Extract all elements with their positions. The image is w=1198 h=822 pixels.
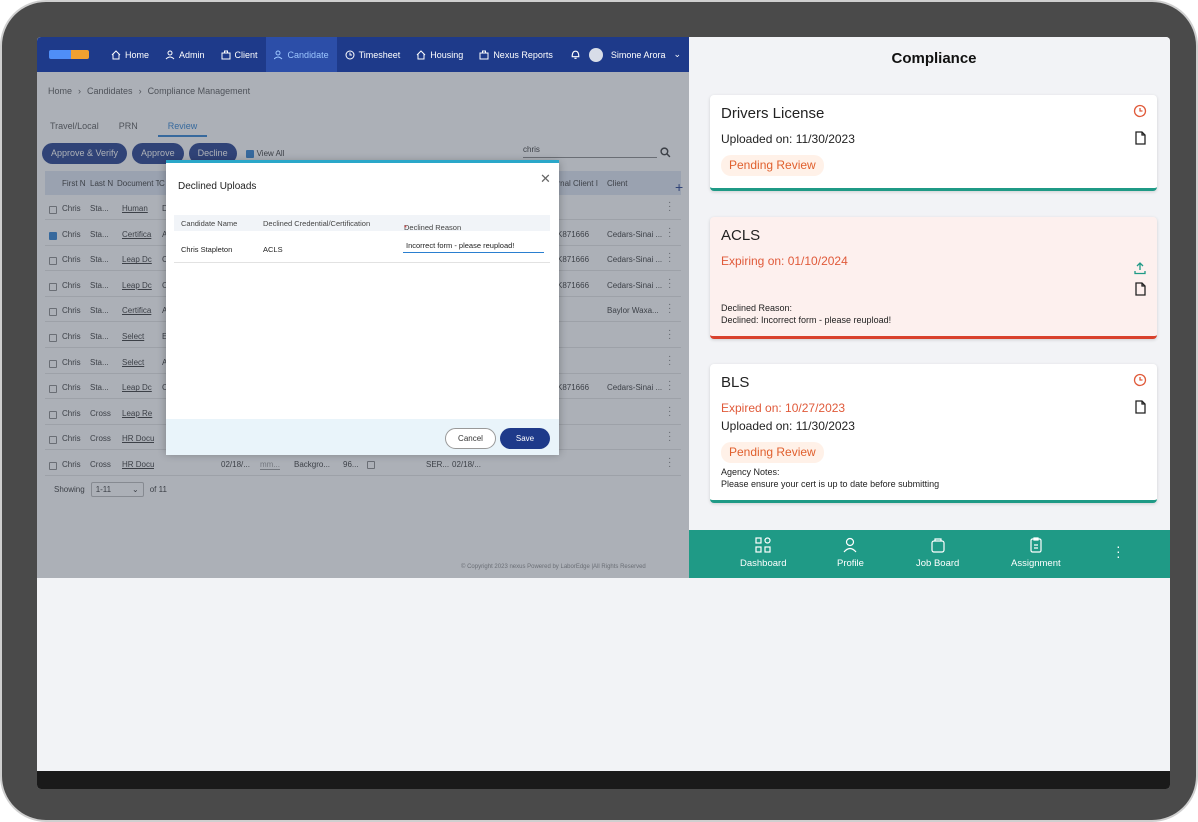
col-declined-reason-label: Declined Reason (404, 223, 462, 232)
agency-notes-text: Please ensure your cert is up to date be… (721, 479, 940, 489)
modal-title: Declined Uploads (178, 181, 257, 192)
briefcase-icon (479, 50, 489, 59)
nav-label: Home (125, 49, 150, 60)
clock-icon (1133, 373, 1147, 387)
screen: Home Admin Client Candidate Timesheet Ho… (37, 37, 1170, 789)
page-title: Compliance (891, 50, 977, 67)
save-button[interactable]: Save (500, 428, 550, 449)
users-icon (273, 50, 282, 59)
mobile-compliance-view: Compliance Drivers License Uploaded on: … (689, 37, 1170, 578)
close-icon[interactable]: ✕ (540, 171, 551, 187)
uploaded-date: Uploaded on: 11/30/2023 (721, 419, 855, 433)
nav-label: Client (234, 49, 258, 60)
briefcase-icon (221, 50, 231, 59)
home-icon (111, 49, 121, 59)
user-icon (165, 50, 175, 59)
top-navigation: Home Admin Client Candidate Timesheet Ho… (37, 37, 689, 72)
nav-user-area: Simone Arora ⌄ (570, 47, 689, 62)
app-logo (49, 50, 89, 59)
nav-label: Housing (430, 49, 464, 60)
nav-admin[interactable]: Admin (157, 37, 213, 72)
status-badge: Pending Review (721, 442, 824, 463)
modal-footer: Cancel Save (166, 419, 559, 455)
card-title: ACLS (721, 227, 761, 244)
agency-notes-label: Agency Notes: (721, 467, 780, 477)
nav-candidate[interactable]: Candidate (265, 37, 337, 72)
empty-area (37, 578, 1170, 771)
expired-date: Expired on: 10/27/2023 (721, 401, 846, 415)
nav-label: Assignment (1011, 558, 1061, 569)
col-candidate-name: Candidate Name (181, 219, 238, 228)
clipboard-icon (1030, 537, 1042, 553)
profile-icon (844, 537, 857, 553)
desktop-app: Home Admin Client Candidate Timesheet Ho… (37, 37, 689, 578)
house-icon (416, 49, 426, 59)
nav-label: Dashboard (740, 558, 787, 569)
avatar[interactable] (588, 47, 603, 62)
document-icon[interactable] (1133, 400, 1147, 414)
more-options-icon[interactable]: · · · (1116, 539, 1121, 563)
declined-reason-label: Declined Reason: (721, 303, 793, 313)
modal-table-row: Chris Stapleton ACLS Incorrect form - pl… (174, 235, 550, 263)
declined-uploads-modal: Declined Uploads ✕ Candidate Name Declin… (166, 160, 559, 455)
nav-label: Job Board (916, 558, 960, 569)
col-declined-credential: Declined Credential/Certification (263, 219, 371, 228)
modal-table-header: Candidate Name Declined Credential/Certi… (174, 215, 550, 232)
bottom-navigation: Dashboard Profile Job Board Assignment ·… (689, 530, 1170, 578)
nav-dashboard[interactable]: Dashboard (740, 536, 786, 569)
document-icon[interactable] (1133, 131, 1147, 145)
declined-reason-text: Declined: Incorrect form - please reuplo… (721, 315, 892, 325)
taskbar (37, 771, 1170, 789)
device-bezel: Home Admin Client Candidate Timesheet Ho… (0, 0, 1198, 822)
document-icon[interactable] (1133, 282, 1147, 296)
nav-client[interactable]: Client (213, 37, 266, 72)
nav-housing[interactable]: Housing (408, 37, 471, 72)
declined-credential: ACLS (263, 245, 283, 254)
status-badge: Pending Review (721, 155, 824, 176)
nav-label: Nexus Reports (493, 49, 553, 60)
dashboard-icon (755, 537, 771, 553)
nav-label: Timesheet (358, 49, 401, 60)
nav-profile[interactable]: Profile (837, 536, 864, 569)
card-title: Drivers License (721, 105, 825, 122)
nav-label: Profile (837, 558, 864, 569)
cancel-button[interactable]: Cancel (445, 428, 496, 449)
declined-reason-input[interactable]: Incorrect form - please reupload! (403, 240, 544, 253)
nav-label: Candidate (287, 49, 329, 60)
candidate-name: Chris Stapleton (181, 245, 233, 254)
nav-assignment[interactable]: Assignment (1011, 536, 1061, 569)
nav-home[interactable]: Home (103, 37, 157, 72)
credential-card-acls[interactable]: ACLS Expiring on: 01/10/2024 Declined Re… (710, 217, 1157, 339)
chevron-down-icon[interactable]: ⌄ (673, 49, 681, 60)
user-name[interactable]: Simone Arora (611, 50, 666, 60)
bell-icon[interactable] (570, 49, 581, 60)
clock-icon (1133, 104, 1147, 118)
card-title: BLS (721, 374, 750, 391)
nav-timesheet[interactable]: Timesheet (337, 37, 409, 72)
nav-label: Admin (179, 49, 205, 60)
expiring-date: Expiring on: 01/10/2024 (721, 254, 848, 268)
required-mark: * (404, 223, 407, 232)
nav-job-board[interactable]: Job Board (916, 536, 959, 569)
credential-card-bls[interactable]: BLS Expired on: 10/27/2023 Uploaded on: … (710, 364, 1157, 503)
clock-icon (345, 50, 355, 59)
job-board-icon (931, 538, 945, 553)
nav-nexus-reports[interactable]: Nexus Reports (471, 37, 561, 72)
uploaded-date: Uploaded on: 11/30/2023 (721, 132, 855, 146)
upload-icon[interactable] (1133, 261, 1147, 275)
credential-card-drivers-license[interactable]: Drivers License Uploaded on: 11/30/2023 … (710, 95, 1157, 191)
